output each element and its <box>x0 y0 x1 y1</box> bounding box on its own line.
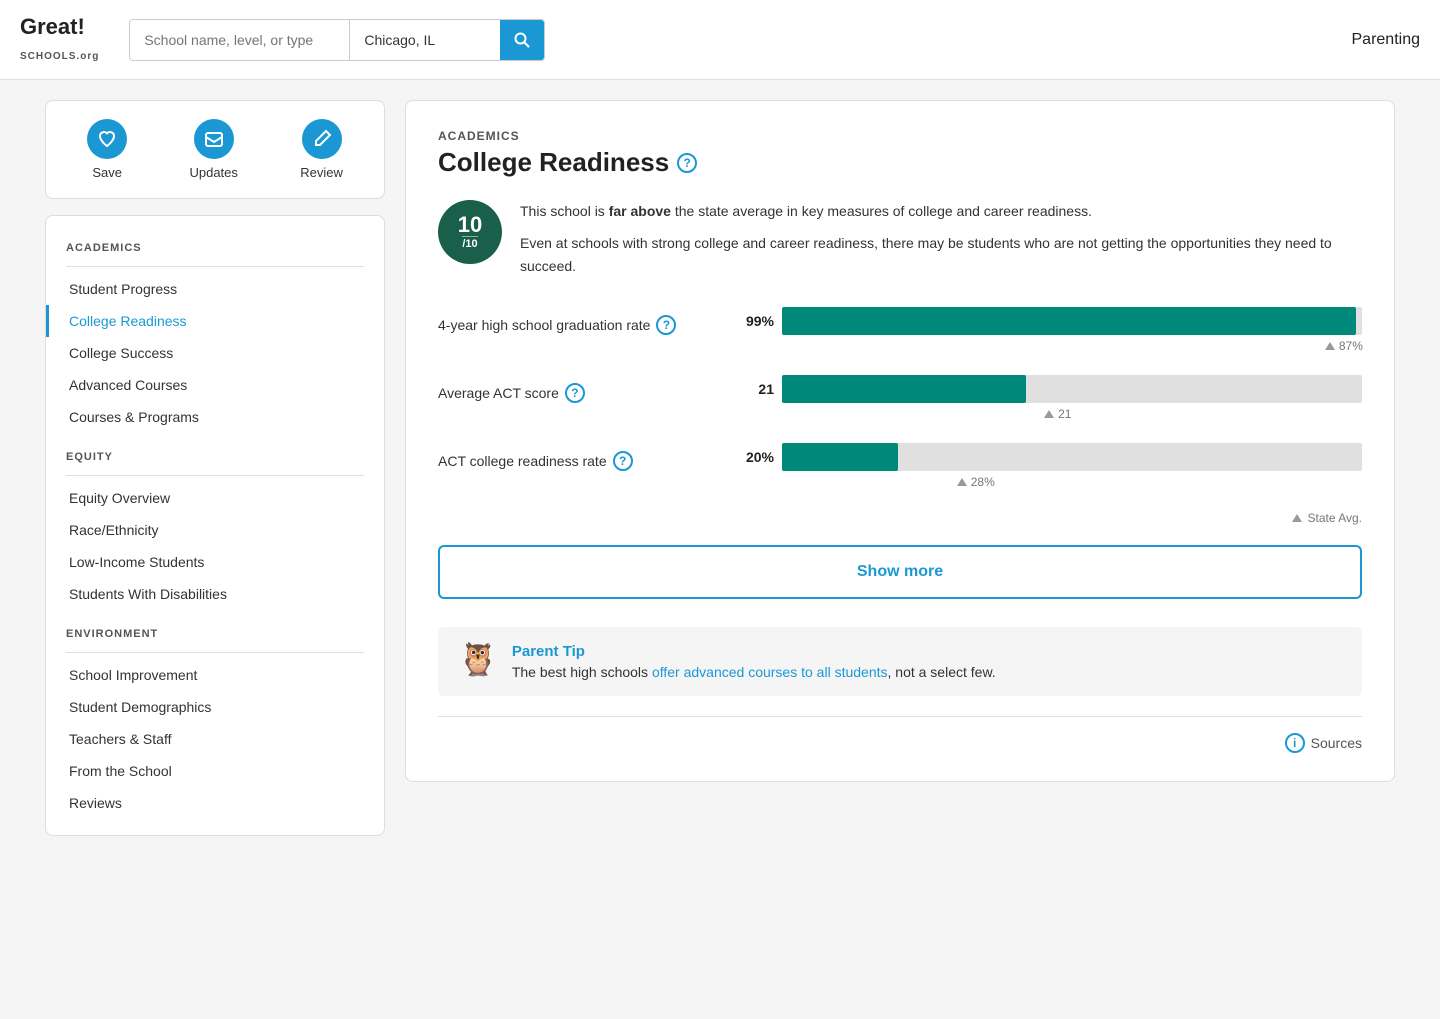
save-label: Save <box>92 165 122 180</box>
owl-icon: 🦉 <box>458 643 498 675</box>
metric-label-act-readiness: ACT college readiness rate ? <box>438 443 738 471</box>
score-denominator: /10 <box>462 236 477 250</box>
logo[interactable]: Great! SCHOOLS.org <box>20 15 99 63</box>
nav-section-environment: ENVIRONMENT <box>46 618 384 646</box>
card-footer: i Sources <box>438 716 1362 753</box>
metric-value-act-score: 21 <box>738 381 774 397</box>
updates-label: Updates <box>189 165 237 180</box>
main-content: Save Updates Review <box>30 80 1410 856</box>
nav-section-academics: ACADEMICS <box>46 232 384 260</box>
legend-triangle-icon <box>1292 514 1302 522</box>
show-more-button[interactable]: Show more <box>438 545 1362 599</box>
content-card: ACADEMICS College Readiness ? 10 /10 Thi… <box>405 100 1395 782</box>
sidebar-item-courses-programs[interactable]: Courses & Programs <box>46 401 384 433</box>
sources-label[interactable]: Sources <box>1311 735 1362 751</box>
sidebar-item-student-progress[interactable]: Student Progress <box>46 273 384 305</box>
score-number: 10 <box>458 214 482 236</box>
sidebar-item-student-demographics[interactable]: Student Demographics <box>46 691 384 723</box>
save-button[interactable]: Save <box>87 119 127 180</box>
search-button[interactable] <box>500 20 544 60</box>
bar-container-act-score <box>782 375 1362 403</box>
metric-value-graduation: 99% <box>738 313 774 329</box>
sidebar-item-teachers-staff[interactable]: Teachers & Staff <box>46 723 384 755</box>
divider-equity <box>66 475 364 476</box>
bar-fill-act-readiness <box>782 443 898 471</box>
main-panel: ACADEMICS College Readiness ? 10 /10 Thi… <box>405 100 1395 836</box>
search-bar <box>129 19 545 61</box>
score-row: 10 /10 This school is far above the stat… <box>438 200 1362 287</box>
parent-tip-link[interactable]: offer advanced courses to all students <box>652 664 888 680</box>
divider-environment <box>66 652 364 653</box>
sidebar-item-school-improvement[interactable]: School Improvement <box>46 659 384 691</box>
sources-info-icon[interactable]: i <box>1285 733 1305 753</box>
logo-text: Great! SCHOOLS.org <box>20 15 99 63</box>
metric-row-act-score: Average ACT score ? 21 21 <box>438 375 1362 421</box>
action-buttons: Save Updates Review <box>45 100 385 199</box>
sidebar-item-college-success[interactable]: College Success <box>46 337 384 369</box>
updates-button[interactable]: Updates <box>189 119 237 180</box>
section-title: College Readiness ? <box>438 147 1362 178</box>
nav-menu: ACADEMICS Student Progress College Readi… <box>45 215 385 836</box>
bar-fill-graduation <box>782 307 1356 335</box>
triangle-act-score <box>1044 410 1054 418</box>
metric-bar-graduation: 99% 87% <box>738 307 1362 353</box>
bar-container-graduation <box>782 307 1362 335</box>
sidebar-item-from-school[interactable]: From the School <box>46 755 384 787</box>
sidebar-item-students-disabilities[interactable]: Students With Disabilities <box>46 578 384 610</box>
logo-sub: SCHOOLS.org <box>20 51 99 62</box>
state-avg-act-readiness: 28% <box>957 475 1362 489</box>
bar-container-act-readiness <box>782 443 1362 471</box>
metrics-section: 4-year high school graduation rate ? 99% <box>438 307 1362 525</box>
sidebar-item-college-readiness[interactable]: College Readiness <box>46 305 384 337</box>
divider-academics <box>66 266 364 267</box>
metric-row-act-readiness: ACT college readiness rate ? 20% 28% <box>438 443 1362 489</box>
review-icon <box>302 119 342 159</box>
review-label: Review <box>300 165 343 180</box>
metric-help-graduation[interactable]: ? <box>656 315 676 335</box>
section-label: ACADEMICS <box>438 129 1362 143</box>
nav-parenting[interactable]: Parenting <box>1352 31 1421 49</box>
title-help-icon[interactable]: ? <box>677 153 697 173</box>
updates-icon <box>194 119 234 159</box>
search-input-location[interactable] <box>350 20 500 60</box>
state-avg-legend: State Avg. <box>438 511 1362 525</box>
nav-section-equity: EQUITY <box>46 441 384 469</box>
metric-label-act-score: Average ACT score ? <box>438 375 738 403</box>
metric-bar-act-score: 21 21 <box>738 375 1362 421</box>
metric-help-act-readiness[interactable]: ? <box>613 451 633 471</box>
metric-label-graduation: 4-year high school graduation rate ? <box>438 307 738 335</box>
review-button[interactable]: Review <box>300 119 343 180</box>
sidebar-item-equity-overview[interactable]: Equity Overview <box>46 482 384 514</box>
score-badge: 10 /10 <box>438 200 502 264</box>
metric-bar-act-readiness: 20% 28% <box>738 443 1362 489</box>
parent-tip-text: The best high schools offer advanced cou… <box>512 664 996 680</box>
score-description: This school is far above the state avera… <box>520 200 1362 287</box>
sidebar-item-low-income[interactable]: Low-Income Students <box>46 546 384 578</box>
state-avg-legend-text: State Avg. <box>1308 511 1363 525</box>
parent-tip-title: Parent Tip <box>512 643 996 660</box>
bar-fill-act-score <box>782 375 1026 403</box>
metric-row-graduation: 4-year high school graduation rate ? 99% <box>438 307 1362 353</box>
sidebar-item-race-ethnicity[interactable]: Race/Ethnicity <box>46 514 384 546</box>
triangle-act-readiness <box>957 478 967 486</box>
search-input-school[interactable] <box>130 20 350 60</box>
sidebar-item-reviews[interactable]: Reviews <box>46 787 384 819</box>
save-icon <box>87 119 127 159</box>
sidebar-item-advanced-courses[interactable]: Advanced Courses <box>46 369 384 401</box>
parent-tip-content: Parent Tip The best high schools offer a… <box>512 643 996 680</box>
state-avg-act-score: 21 <box>1044 407 1362 421</box>
sidebar: Save Updates Review <box>45 100 385 836</box>
header: Great! SCHOOLS.org Parenting <box>0 0 1440 80</box>
parent-tip: 🦉 Parent Tip The best high schools offer… <box>438 627 1362 696</box>
metric-help-act-score[interactable]: ? <box>565 383 585 403</box>
triangle-graduation <box>1325 342 1335 350</box>
state-avg-graduation: 87% <box>1325 339 1362 353</box>
metric-value-act-readiness: 20% <box>738 449 774 465</box>
